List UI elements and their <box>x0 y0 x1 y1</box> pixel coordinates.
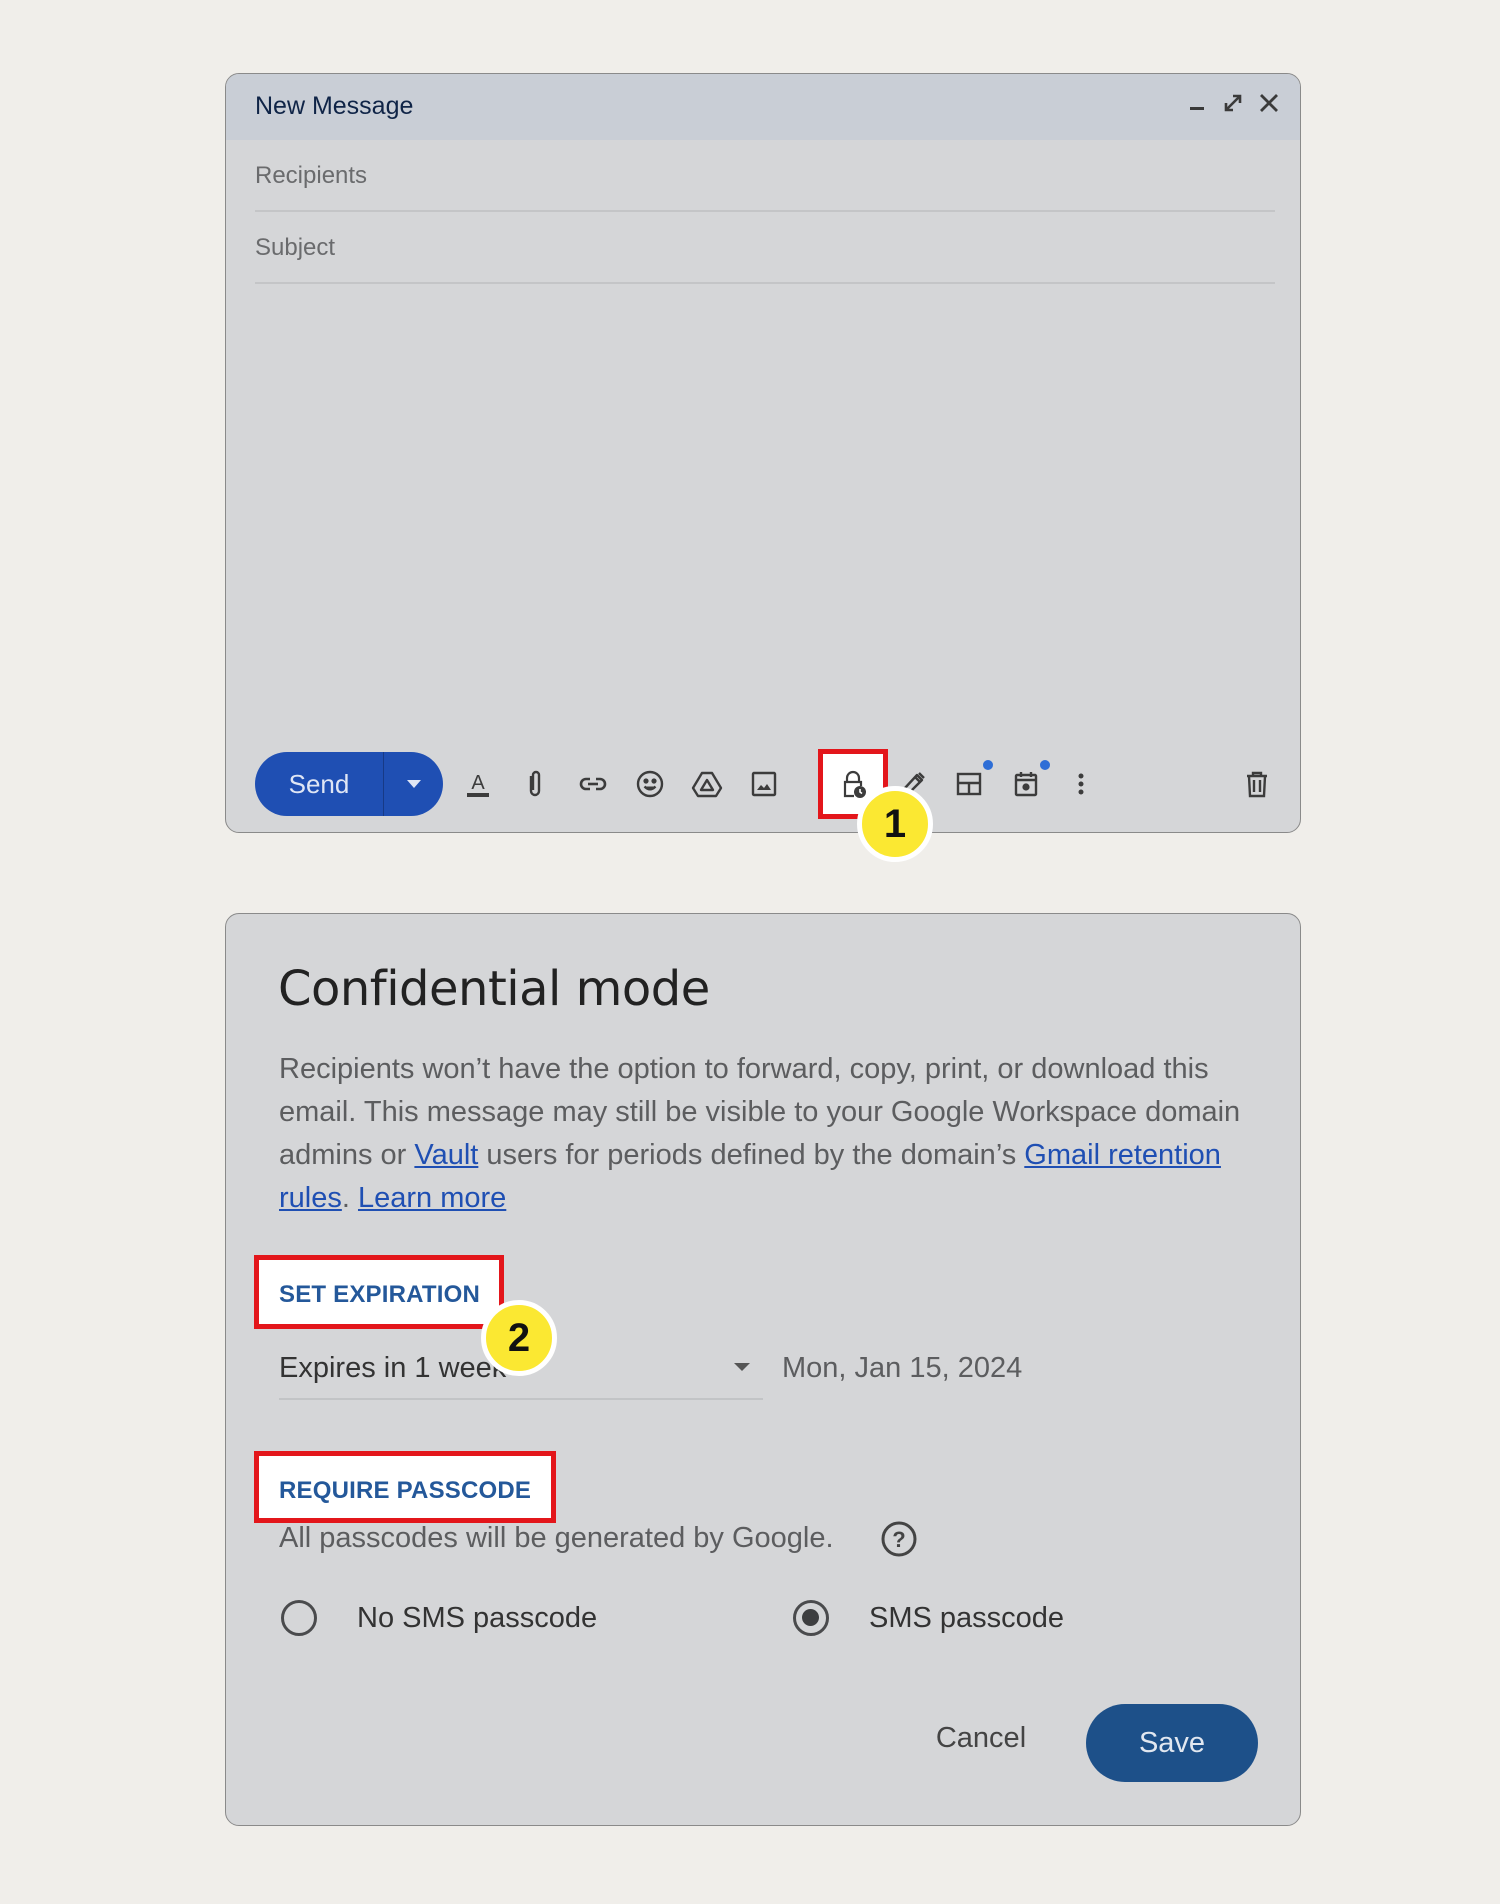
no-sms-passcode-option[interactable]: No SMS passcode <box>281 1600 597 1636</box>
svg-text:A: A <box>471 772 485 794</box>
require-passcode-label: REQUIRE PASSCODE <box>279 1477 532 1504</box>
compose-title: New Message <box>255 92 414 120</box>
send-options-button[interactable] <box>384 752 443 816</box>
description-text: . <box>341 1182 358 1214</box>
radio-button-selected[interactable] <box>793 1600 829 1636</box>
compose-window: New Message Recipients Subject Send A 1 <box>225 73 1301 862</box>
set-expiration-label: SET EXPIRATION <box>279 1281 481 1308</box>
more-options-icon[interactable] <box>1061 764 1101 804</box>
caret-down-icon <box>734 1363 750 1371</box>
minimize-icon[interactable] <box>1184 88 1210 118</box>
svg-text:?: ? <box>892 1527 905 1552</box>
message-body[interactable] <box>255 288 1275 798</box>
description-text: users for periods defined by the domain’… <box>478 1139 1025 1171</box>
save-button[interactable]: Save <box>1086 1704 1258 1782</box>
new-feature-dot <box>983 760 993 770</box>
radio-label: No SMS passcode <box>357 1601 598 1634</box>
sms-passcode-option[interactable]: SMS passcode <box>793 1600 1064 1636</box>
pop-out-icon[interactable] <box>1220 88 1246 118</box>
expiration-date: Mon, Jan 15, 2024 <box>782 1352 1023 1384</box>
layouts-icon[interactable] <box>949 760 993 804</box>
help-icon[interactable]: ? <box>880 1520 918 1558</box>
confidential-mode-dialog: Confidential mode Recipients won’t have … <box>225 913 1301 1826</box>
annotation-badge-2: 2 <box>481 1300 557 1376</box>
attach-icon[interactable] <box>515 764 555 804</box>
dialog-description: Recipients won’t have the option to forw… <box>279 1048 1269 1220</box>
discard-icon[interactable] <box>1237 764 1277 804</box>
passcode-note: All passcodes will be generated by Googl… <box>279 1522 834 1554</box>
compose-header: New Message <box>226 74 1300 140</box>
cancel-button[interactable]: Cancel <box>916 1708 1046 1768</box>
caret-down-icon <box>406 780 421 788</box>
vault-link[interactable]: Vault <box>414 1139 478 1171</box>
radio-button[interactable] <box>281 1600 317 1636</box>
send-button-group: Send <box>255 752 443 816</box>
subject-field[interactable]: Subject <box>255 214 1275 284</box>
dialog-title: Confidential mode <box>278 961 710 1017</box>
expiration-selected-value: Expires in 1 week <box>279 1352 507 1384</box>
subject-placeholder: Subject <box>255 234 336 261</box>
schedule-event-icon[interactable] <box>1006 760 1050 804</box>
send-button[interactable]: Send <box>255 752 384 816</box>
recipients-placeholder: Recipients <box>255 162 368 189</box>
image-icon[interactable] <box>744 764 784 804</box>
radio-label: SMS passcode <box>869 1601 1065 1634</box>
compose-toolbar: Send A 1 <box>255 749 1277 862</box>
window-controls <box>1184 88 1282 118</box>
text-format-icon[interactable]: A <box>458 764 498 804</box>
close-icon[interactable] <box>1256 88 1282 118</box>
learn-more-link[interactable]: Learn more <box>358 1182 506 1214</box>
recipients-field[interactable]: Recipients <box>255 142 1275 212</box>
link-icon[interactable] <box>573 764 613 804</box>
emoji-icon[interactable] <box>630 764 670 804</box>
new-feature-dot <box>1040 760 1050 770</box>
annotation-badge-1: 1 <box>857 786 933 862</box>
drive-icon[interactable] <box>687 764 727 804</box>
